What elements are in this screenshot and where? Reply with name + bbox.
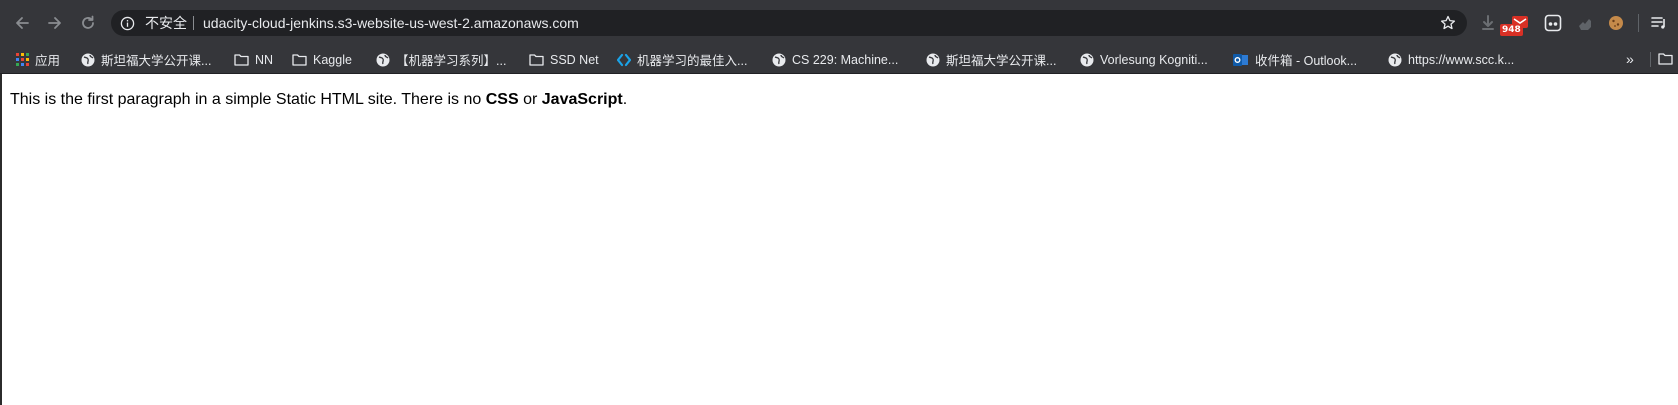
bookmark-star-icon[interactable] <box>1439 14 1457 32</box>
bookmark-label: https://www.scc.k... <box>1408 52 1515 67</box>
bookmark-folder[interactable]: Kaggle <box>292 45 352 74</box>
first-paragraph: This is the first paragraph in a simple … <box>10 91 627 109</box>
globe-icon <box>772 53 786 66</box>
globe-icon <box>81 53 95 66</box>
bookmark-label: SSD Net <box>550 52 599 67</box>
paragraph-text: or <box>518 91 542 108</box>
css-strong-text: CSS <box>485 91 519 108</box>
bookmarks-bar: 应用 斯坦福大学公开课... NN Kaggle 【机器学习系列】... SSD… <box>0 45 1678 74</box>
media-playlist-icon[interactable] <box>1648 12 1670 34</box>
folder-icon <box>234 54 249 66</box>
browser-toolbar: 不安全 udacity-cloud-jenkins.s3-website-us-… <box>0 0 1678 45</box>
bookmark-item[interactable]: 斯坦福大学公开课... <box>926 45 1056 74</box>
reload-icon <box>82 15 94 29</box>
bookmark-item[interactable]: CS 229: Machine... <box>772 45 898 74</box>
bookmark-label: 机器学习的最佳入... <box>637 54 748 68</box>
address-bar[interactable]: 不安全 udacity-cloud-jenkins.s3-website-us-… <box>111 10 1467 36</box>
bookmarks-divider <box>1650 52 1651 67</box>
folder-icon <box>292 54 307 66</box>
bookmark-folder[interactable]: SSD Net <box>529 45 599 74</box>
paragraph-text: . <box>622 91 628 108</box>
other-bookmarks-folder-icon[interactable] <box>1658 52 1673 65</box>
toolbar-divider <box>1638 14 1639 32</box>
back-button[interactable] <box>10 11 34 35</box>
cookie-extension-icon[interactable] <box>1605 12 1627 34</box>
bookmark-label: Vorlesung Kogniti... <box>1100 52 1208 67</box>
arrow-right-icon <box>48 17 61 29</box>
ghost-extension-icon[interactable] <box>1542 12 1564 34</box>
bookmark-apps[interactable]: 应用 <box>16 45 60 74</box>
site-info-icon[interactable] <box>119 15 135 31</box>
download-extension-icon[interactable] <box>1477 12 1499 34</box>
bookmark-item[interactable]: Vorlesung Kogniti... <box>1080 45 1208 74</box>
bookmark-item[interactable]: 机器学习的最佳入... <box>617 45 747 74</box>
arrow-left-icon <box>16 17 29 29</box>
bookmark-item[interactable]: 收件箱 - Outlook... <box>1233 45 1357 74</box>
javascript-strong-text: JavaScript <box>541 91 623 108</box>
security-status-label: 不安全 <box>145 15 187 31</box>
window-left-edge <box>0 74 2 405</box>
bookmark-label: 收件箱 - Outlook... <box>1255 54 1358 68</box>
bookmark-label: Kaggle <box>313 52 352 67</box>
bookmark-item[interactable]: 【机器学习系列】... <box>376 45 506 74</box>
bookmark-label: 【机器学习系列】... <box>396 54 507 68</box>
bookmark-label: 斯坦福大学公开课... <box>101 54 212 68</box>
bookmark-label: 应用 <box>35 54 61 68</box>
bookmark-label: 斯坦福大学公开课... <box>946 54 1057 68</box>
apps-grid-icon <box>16 53 29 66</box>
globe-icon <box>376 53 390 66</box>
bookmark-label: NN <box>255 52 274 67</box>
forward-button[interactable] <box>43 11 67 35</box>
folder-icon <box>529 54 544 66</box>
url-text[interactable]: udacity-cloud-jenkins.s3-website-us-west… <box>203 10 579 36</box>
outlook-icon <box>1233 53 1248 66</box>
omnibox-divider <box>193 16 194 30</box>
puzzle-extension-icon[interactable] <box>1574 12 1596 34</box>
globe-icon <box>926 53 940 66</box>
mail-unread-badge: 948 <box>1500 24 1523 36</box>
reload-button[interactable] <box>76 11 100 35</box>
page-content: This is the first paragraph in a simple … <box>0 74 1678 405</box>
diamond-icon <box>617 53 631 66</box>
bookmarks-overflow-button[interactable]: » <box>1626 45 1634 74</box>
bookmark-item[interactable]: 斯坦福大学公开课... <box>81 45 211 74</box>
bookmark-item[interactable]: https://www.scc.k... <box>1388 45 1514 74</box>
bookmark-label: CS 229: Machine... <box>792 52 899 67</box>
globe-icon <box>1080 53 1094 66</box>
paragraph-text: This is the first paragraph in a simple … <box>10 91 486 108</box>
globe-icon <box>1388 53 1402 66</box>
bookmark-folder[interactable]: NN <box>234 45 273 74</box>
